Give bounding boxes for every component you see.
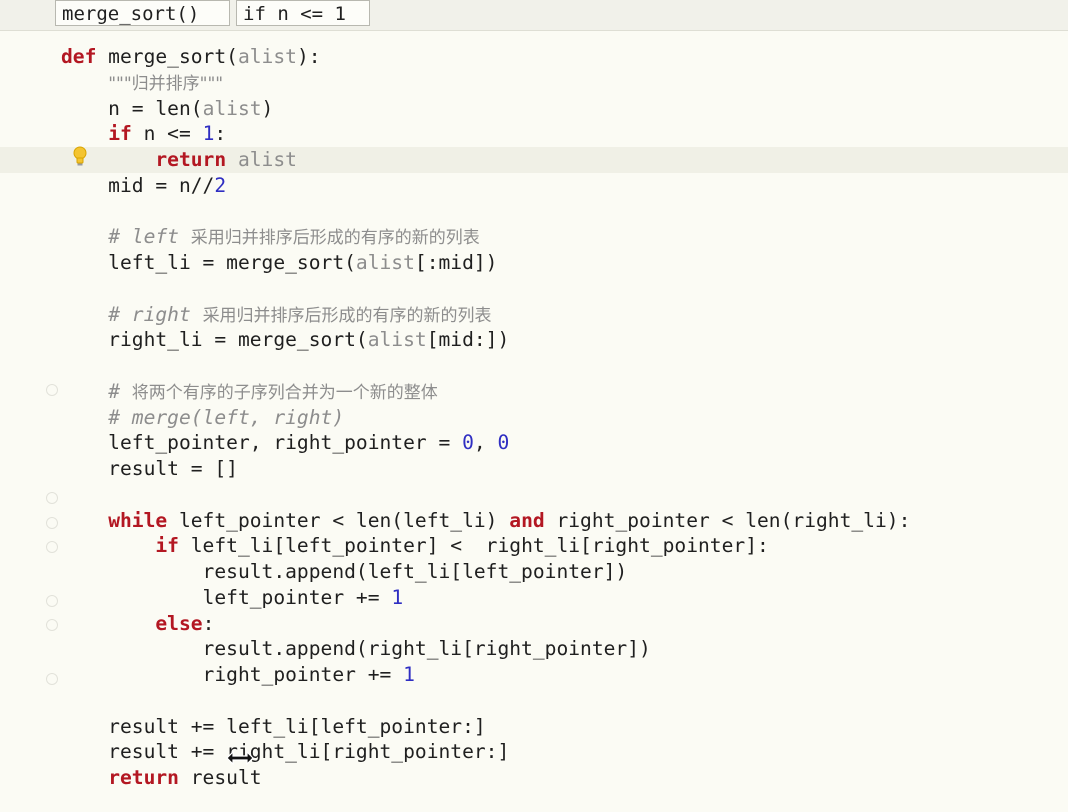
code-line[interactable]: # 将两个有序的子序列合并为一个新的整体: [0, 379, 1068, 405]
breadcrumb-item-if[interactable]: if n <= 1: [236, 0, 370, 26]
code-token: ):: [296, 45, 321, 68]
code-token: 将两个有序的子序列合并为一个新的整体: [131, 382, 438, 403]
code-line[interactable]: else:: [0, 611, 1068, 637]
code-line[interactable]: if left_li[left_pointer] < right_li[righ…: [0, 533, 1068, 559]
breadcrumb: merge_sort() if n <= 1: [0, 0, 1068, 31]
code-token: left_li = merge_sort(: [61, 251, 356, 274]
code-token: result += left_li[left_pointer:]: [61, 714, 486, 738]
code-token: alist: [237, 148, 297, 171]
code-token: 0: [497, 431, 510, 455]
code-line[interactable]: [0, 482, 1068, 508]
code-line[interactable]: [0, 199, 1068, 225]
code-line[interactable]: n = len(alist): [0, 96, 1068, 122]
code-token: alist: [202, 96, 262, 120]
code-line[interactable]: [0, 353, 1068, 379]
code-line[interactable]: [0, 276, 1068, 302]
code-token: left_pointer, right_pointer =: [61, 431, 463, 455]
code-token: 1: [202, 122, 215, 146]
code-token: if: [155, 534, 179, 558]
code-line[interactable]: result += right_li[right_pointer:]: [0, 739, 1068, 765]
code-token: :: [202, 611, 215, 635]
code-token: result = []: [61, 457, 238, 480]
resize-cursor-icon: [225, 748, 255, 768]
code-token: [mid:]): [426, 328, 510, 352]
code-token: return: [108, 766, 179, 789]
code-editor[interactable]: def merge_sort(alist): """归并排序""" n = le…: [0, 44, 1068, 791]
code-line[interactable]: """归并排序""": [0, 70, 1068, 96]
breadcrumb-item-function[interactable]: merge_sort(): [55, 0, 230, 26]
code-token: else: [155, 611, 203, 635]
code-line[interactable]: result += left_li[left_pointer:]: [0, 714, 1068, 740]
code-token: 2: [214, 173, 227, 197]
code-token: result.append(left_li[left_pointer]): [61, 560, 628, 583]
code-line[interactable]: left_pointer += 1: [0, 585, 1068, 611]
code-token: result: [178, 766, 262, 789]
code-token: #: [108, 379, 132, 403]
code-token: n <=: [131, 122, 203, 146]
code-token: if: [108, 122, 132, 146]
code-token: merge_sort(: [96, 45, 238, 68]
code-line[interactable]: right_pointer += 1: [0, 662, 1068, 688]
code-token: right_pointer < len(right_li):: [544, 508, 911, 532]
code-line[interactable]: while left_pointer < len(left_li) and ri…: [0, 508, 1068, 534]
code-line[interactable]: result.append(left_li[left_pointer]): [0, 559, 1068, 585]
code-token: 1: [391, 585, 404, 609]
code-token: def: [61, 45, 97, 68]
code-token: left_pointer +=: [61, 585, 392, 609]
code-token: while: [108, 508, 168, 532]
code-token: and: [509, 508, 545, 532]
code-line[interactable]: [0, 688, 1068, 714]
code-token: result.append(right_li[right_pointer]): [61, 637, 651, 661]
code-line[interactable]: mid = n//2: [0, 173, 1068, 199]
code-line[interactable]: right_li = merge_sort(alist[mid:]): [0, 327, 1068, 353]
code-token: # merge(left, right): [108, 405, 345, 429]
code-line[interactable]: result.append(right_li[right_pointer]): [0, 636, 1068, 662]
code-token: :: [214, 122, 227, 146]
code-line[interactable]: if n <= 1:: [0, 121, 1068, 147]
code-line[interactable]: left_pointer, right_pointer = 0, 0: [0, 430, 1068, 456]
code-token: 采用归并排序后形成的有序的新的列表: [202, 305, 492, 326]
code-token: 1: [403, 663, 415, 686]
code-token: # right: [108, 302, 203, 326]
code-token: right_pointer +=: [61, 663, 404, 686]
code-line[interactable]: result = []: [0, 456, 1068, 482]
code-token: return: [155, 148, 227, 171]
code-token: # left: [108, 225, 191, 249]
code-line[interactable]: def merge_sort(alist):: [0, 44, 1068, 70]
code-line[interactable]: return result: [0, 765, 1068, 791]
code-line[interactable]: # left 采用归并排序后形成的有序的新的列表: [0, 224, 1068, 250]
code-token: left_pointer < len(left_li): [167, 508, 510, 532]
code-token: n = len(: [61, 96, 203, 120]
code-token: alist: [367, 328, 427, 352]
code-token: ,: [473, 431, 498, 455]
code-line[interactable]: return alist: [0, 147, 1068, 173]
lightbulb-icon[interactable]: [72, 146, 88, 168]
code-token: mid = n//: [61, 173, 215, 197]
code-line[interactable]: # merge(left, right): [0, 405, 1068, 431]
code-token: right_li = merge_sort(: [61, 328, 368, 352]
code-token: alist: [237, 45, 297, 68]
code-token: 采用归并排序后形成的有序的新的列表: [190, 228, 480, 249]
code-token: 0: [462, 431, 474, 455]
code-line[interactable]: # right 采用归并排序后形成的有序的新的列表: [0, 302, 1068, 328]
code-token: ): [261, 96, 274, 120]
code-token: result += right_li[right_pointer:]: [61, 740, 510, 764]
code-token: alist: [355, 251, 415, 274]
code-token: left_li[left_pointer] < right_li[right_p…: [178, 534, 769, 558]
code-token: """归并排序""": [108, 73, 224, 94]
code-token: [:mid]): [414, 251, 498, 274]
code-line[interactable]: left_li = merge_sort(alist[:mid]): [0, 250, 1068, 276]
